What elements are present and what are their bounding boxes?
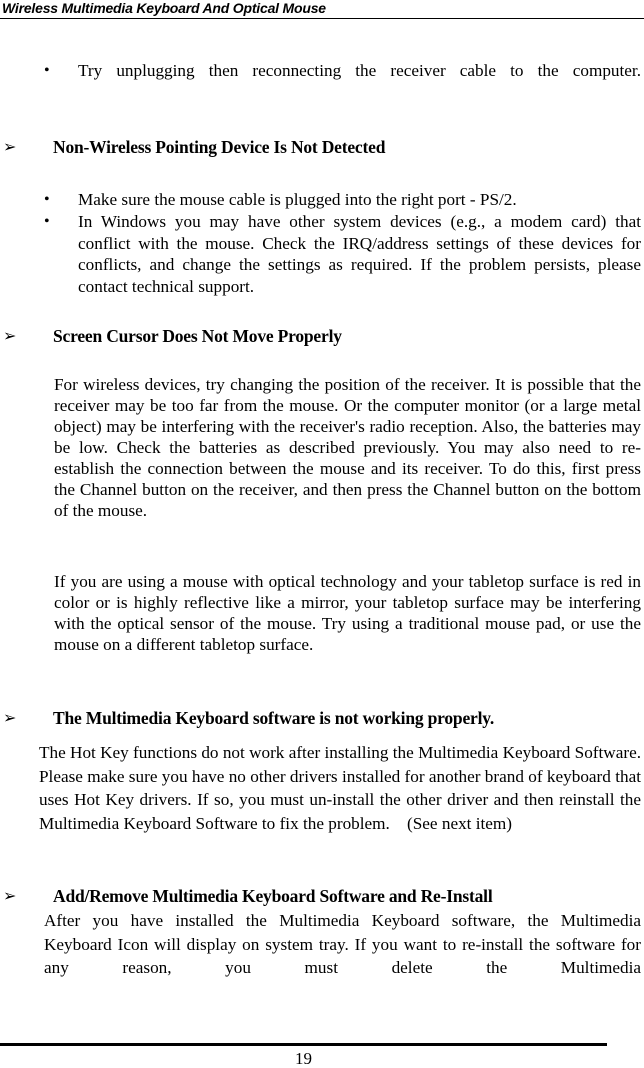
footer-rule — [0, 1043, 607, 1046]
body-paragraph: For wireless devices, try changing the p… — [54, 375, 641, 520]
bullet-icon: • — [44, 191, 50, 208]
document-title: Wireless Multimedia Keyboard And Optical… — [2, 0, 326, 16]
section-heading: Non-Wireless Pointing Device Is Not Dete… — [53, 137, 386, 157]
arrow-bullet-icon: ➢ — [3, 708, 17, 727]
bullet-icon: • — [44, 213, 50, 230]
running-header: Wireless Multimedia Keyboard And Optical… — [0, 0, 644, 19]
body-paragraph: The Hot Key functions do not work after … — [39, 743, 641, 833]
arrow-bullet-icon: ➢ — [3, 326, 17, 345]
bullet-text: Try unplugging then reconnecting the rec… — [78, 61, 641, 80]
bullet-text: In Windows you may have other system dev… — [78, 212, 641, 296]
body-paragraph: After you have installed the Multimedia … — [44, 911, 641, 977]
section-heading: Screen Cursor Does Not Move Properly — [53, 326, 342, 346]
arrow-bullet-icon: ➢ — [3, 137, 17, 156]
section-heading: The Multimedia Keyboard software is not … — [53, 708, 495, 728]
bullet-text: Make sure the mouse cable is plugged int… — [78, 190, 517, 209]
page-number: 19 — [295, 1049, 312, 1068]
bullet-icon: • — [44, 62, 50, 79]
section-heading: Add/Remove Multimedia Keyboard Software … — [53, 886, 493, 906]
body-paragraph: If you are using a mouse with optical te… — [54, 572, 641, 654]
arrow-bullet-icon: ➢ — [3, 886, 17, 905]
